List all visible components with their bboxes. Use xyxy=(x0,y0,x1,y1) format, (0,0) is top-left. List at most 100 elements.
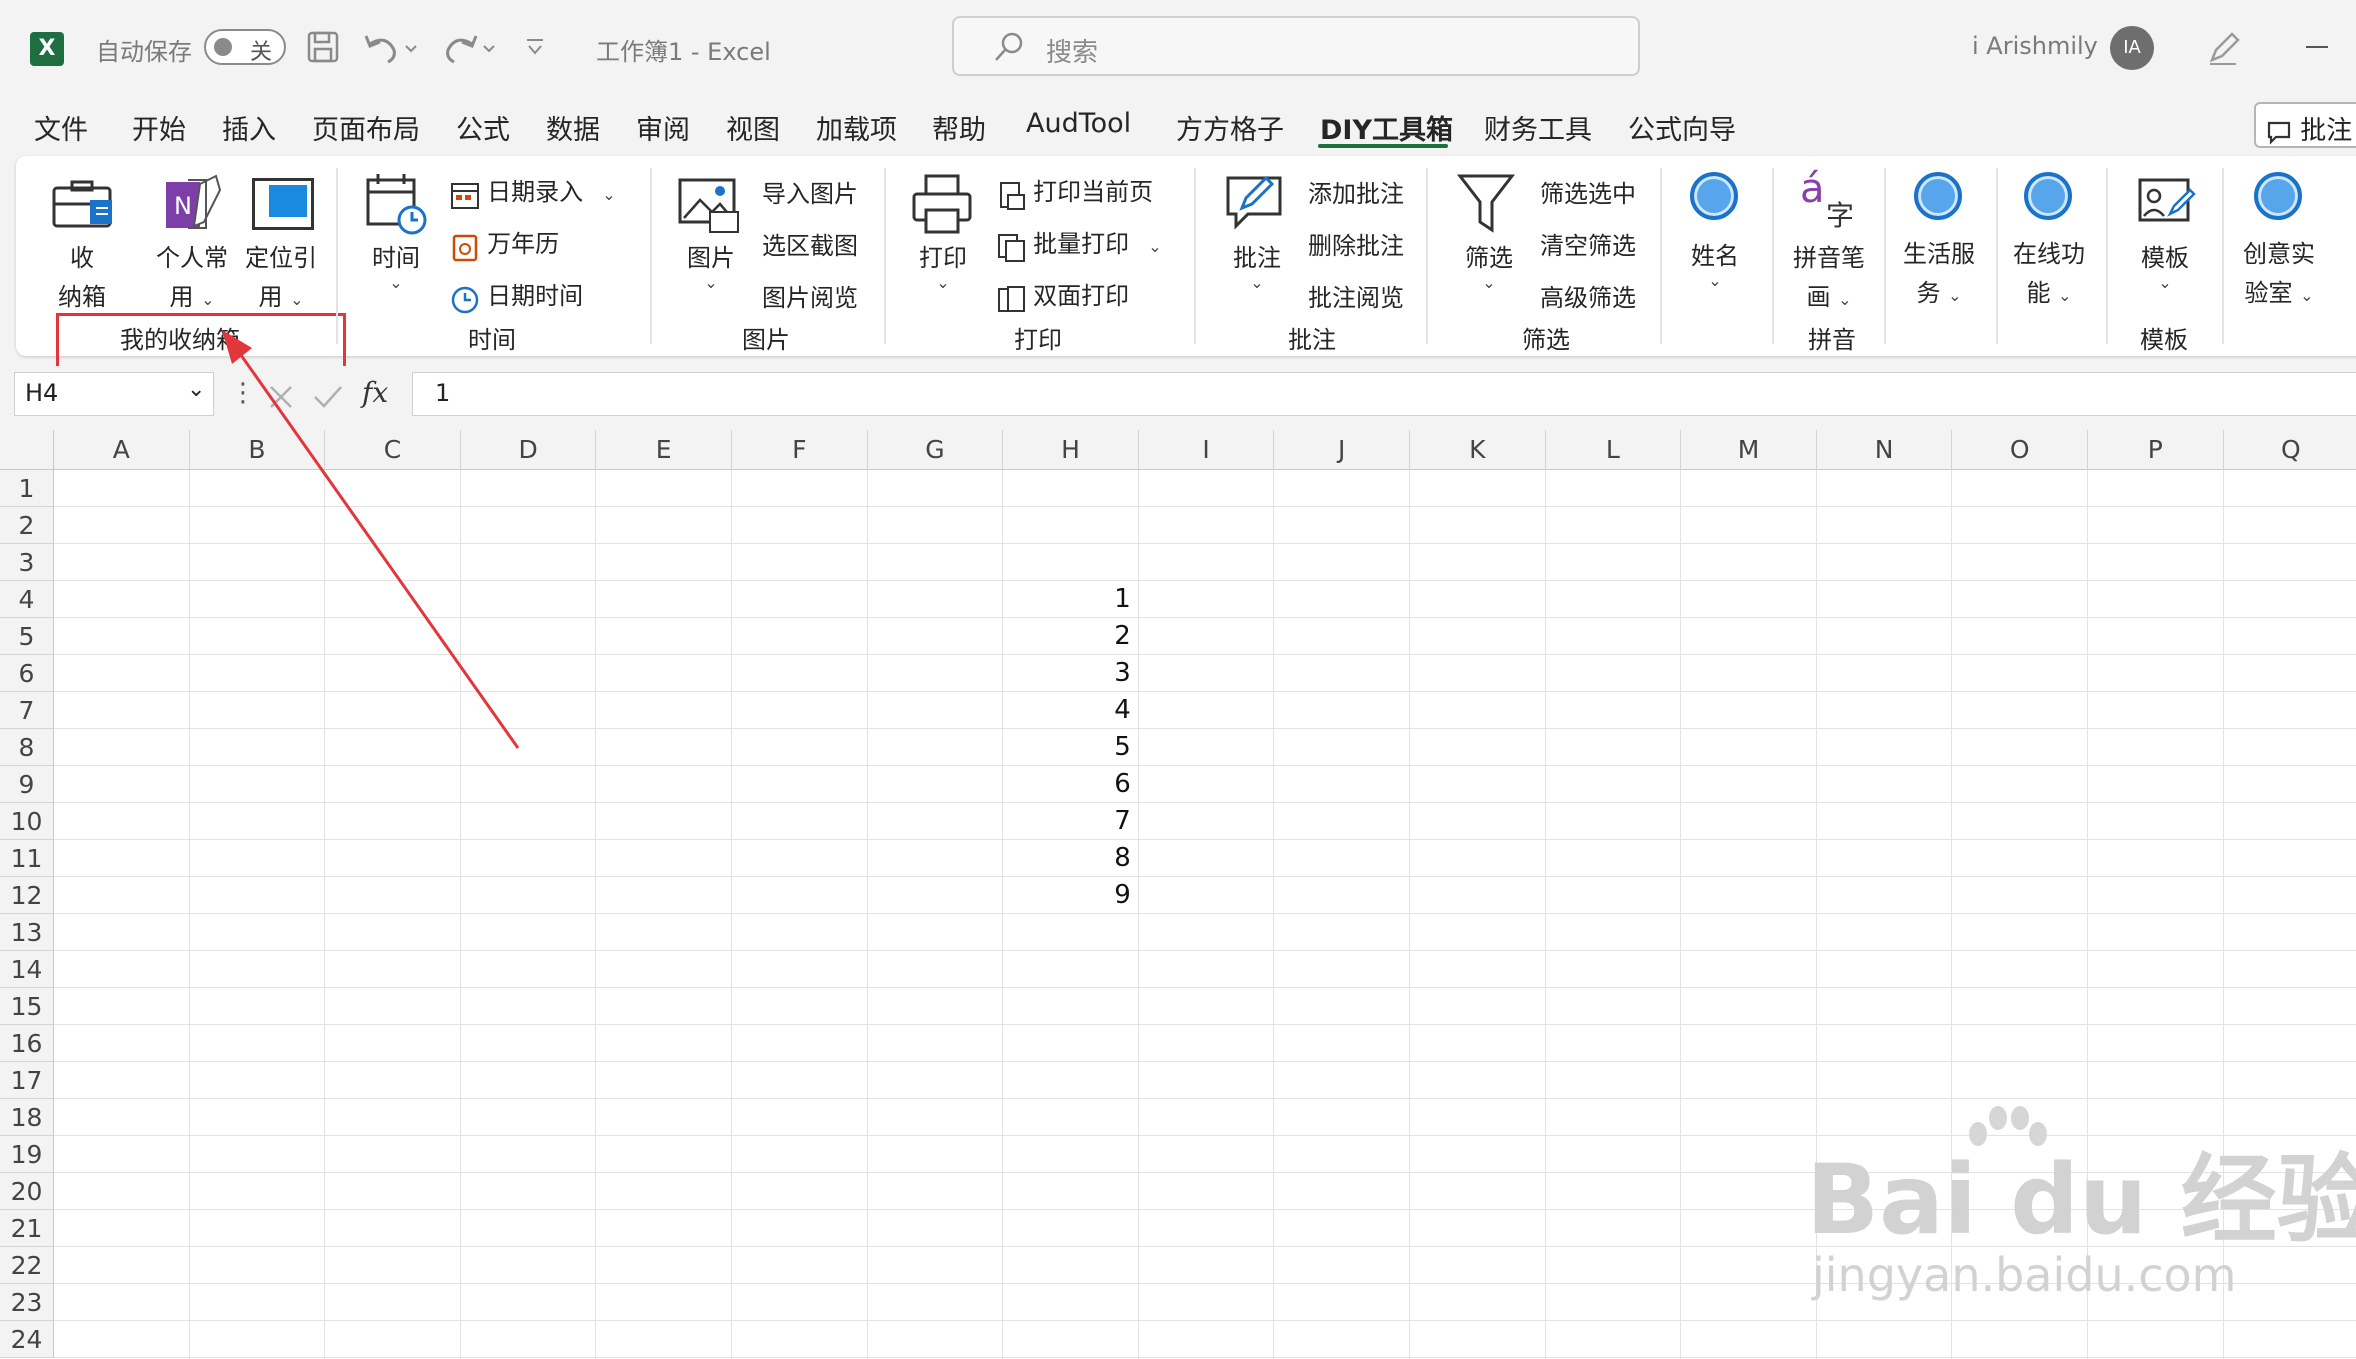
row-header-13[interactable]: 13 xyxy=(0,914,54,951)
cell-h5[interactable]: 2 xyxy=(1051,621,1131,651)
row-header-20[interactable]: 20 xyxy=(0,1173,54,1210)
time-button[interactable]: 时间 ⌄ xyxy=(362,238,430,292)
save-icon[interactable] xyxy=(306,30,340,64)
row-header-23[interactable]: 23 xyxy=(0,1284,54,1321)
cell-h8[interactable]: 5 xyxy=(1051,732,1131,762)
row-header-2[interactable]: 2 xyxy=(0,507,54,544)
template-button[interactable]: 模板 ⌄ xyxy=(2130,238,2200,292)
perpetual-calendar-button[interactable]: 万年历 xyxy=(450,224,559,263)
avatar[interactable]: IA xyxy=(2110,26,2154,70)
column-header-b[interactable]: B xyxy=(189,430,326,470)
tab-diy-toolbox[interactable]: DIY工具箱 xyxy=(1320,108,1453,147)
comments-button[interactable]: 批注 xyxy=(2254,102,2356,148)
row-header-22[interactable]: 22 xyxy=(0,1247,54,1284)
row-header-17[interactable]: 17 xyxy=(0,1062,54,1099)
pen-icon[interactable] xyxy=(2206,30,2242,66)
search-box[interactable]: 搜索 xyxy=(952,16,1640,76)
creative-lab-button[interactable]: 创意实 验室 ⌄ xyxy=(2234,234,2324,308)
row-header-24[interactable]: 24 xyxy=(0,1321,54,1358)
row-header-10[interactable]: 10 xyxy=(0,803,54,840)
cell-h11[interactable]: 8 xyxy=(1051,843,1131,873)
print-button[interactable]: 打印 ⌄ xyxy=(908,238,978,292)
row-header-4[interactable]: 4 xyxy=(0,581,54,618)
tab-review[interactable]: 审阅 xyxy=(636,108,690,147)
row-header-15[interactable]: 15 xyxy=(0,988,54,1025)
import-picture-button[interactable]: 导入图片 xyxy=(762,174,858,209)
tab-finance-tools[interactable]: 财务工具 xyxy=(1484,108,1592,147)
enter-check-icon[interactable] xyxy=(312,382,344,412)
column-header-p[interactable]: P xyxy=(2088,430,2224,470)
column-header-a[interactable]: A xyxy=(54,430,190,470)
cell-h4[interactable]: 1 xyxy=(1051,584,1131,614)
cancel-icon[interactable] xyxy=(266,382,296,412)
insert-function-icon[interactable]: fx xyxy=(362,376,388,409)
column-header-n[interactable]: N xyxy=(1816,430,1953,470)
row-header-14[interactable]: 14 xyxy=(0,951,54,988)
cell-h6[interactable]: 3 xyxy=(1051,658,1131,688)
picture-button[interactable]: 图片 ⌄ xyxy=(676,238,746,292)
browse-comment-button[interactable]: 批注阅览 xyxy=(1308,278,1404,313)
column-header-m[interactable]: M xyxy=(1681,430,1817,470)
clear-filter-button[interactable]: 清空筛选 xyxy=(1540,226,1636,261)
column-header-h[interactable]: H xyxy=(1003,430,1139,470)
datetime-button[interactable]: 日期时间 xyxy=(450,276,583,315)
pinyin-stroke-button[interactable]: 拼音笔 画 ⌄ xyxy=(1786,238,1872,312)
row-header-12[interactable]: 12 xyxy=(0,877,54,914)
row-header-7[interactable]: 7 xyxy=(0,692,54,729)
column-header-l[interactable]: L xyxy=(1545,430,1682,470)
formula-input[interactable]: 1 xyxy=(412,372,2356,416)
row-header-1[interactable]: 1 xyxy=(0,470,54,507)
user-name[interactable]: i Arishmily xyxy=(1972,32,2098,60)
customize-qat-icon[interactable] xyxy=(524,36,546,58)
tab-formulas[interactable]: 公式 xyxy=(456,108,510,147)
duplex-print-button[interactable]: 双面打印 xyxy=(996,276,1129,315)
row-header-3[interactable]: 3 xyxy=(0,544,54,581)
filter-button[interactable]: 筛选 ⌄ xyxy=(1454,238,1524,292)
cell-h12[interactable]: 9 xyxy=(1051,880,1131,910)
cell-h10[interactable]: 7 xyxy=(1051,806,1131,836)
cell-h7[interactable]: 4 xyxy=(1051,695,1131,725)
column-header-f[interactable]: F xyxy=(732,430,868,470)
row-header-21[interactable]: 21 xyxy=(0,1210,54,1247)
personal-common-button[interactable]: 个人常 用 ⌄ xyxy=(150,238,234,312)
cell-h9[interactable]: 6 xyxy=(1051,769,1131,799)
tab-file[interactable]: 文件 xyxy=(34,108,88,147)
tab-data[interactable]: 数据 xyxy=(546,108,600,147)
tab-audtool[interactable]: AudTool xyxy=(1026,108,1131,139)
print-current-page-button[interactable]: 打印当前页 xyxy=(996,172,1153,211)
tab-fangfang[interactable]: 方方格子 xyxy=(1176,108,1284,147)
screenshot-selection-button[interactable]: 选区截图 xyxy=(762,226,858,261)
tab-help[interactable]: 帮助 xyxy=(932,108,986,147)
tab-addins[interactable]: 加载项 xyxy=(816,108,897,147)
tab-view[interactable]: 视图 xyxy=(726,108,780,147)
filter-selected-button[interactable]: 筛选选中 xyxy=(1540,174,1636,209)
column-header-o[interactable]: O xyxy=(1952,430,2088,470)
undo-icon[interactable] xyxy=(362,30,418,64)
storage-button[interactable]: 收 纳箱 xyxy=(52,238,112,312)
tab-insert[interactable]: 插入 xyxy=(222,108,276,147)
name-box[interactable]: H4 ⌄ xyxy=(14,372,214,416)
minimize-icon[interactable] xyxy=(2306,46,2328,48)
name-button[interactable]: 姓名 ⌄ xyxy=(1680,236,1750,290)
column-header-d[interactable]: D xyxy=(460,430,597,470)
chevron-down-icon[interactable]: ⌄ xyxy=(187,377,205,402)
column-header-e[interactable]: E xyxy=(596,430,732,470)
more-options-icon[interactable]: ⋮ xyxy=(230,378,256,408)
row-header-8[interactable]: 8 xyxy=(0,729,54,766)
tab-formula-wizard[interactable]: 公式向导 xyxy=(1628,108,1736,147)
add-comment-button[interactable]: 添加批注 xyxy=(1308,174,1404,209)
delete-comment-button[interactable]: 删除批注 xyxy=(1308,226,1404,261)
column-header-q[interactable]: Q xyxy=(2223,430,2356,470)
row-header-9[interactable]: 9 xyxy=(0,766,54,803)
date-entry-button[interactable]: 日期录入 ⌄ xyxy=(450,172,616,211)
redo-icon[interactable] xyxy=(440,30,496,64)
comment-button[interactable]: 批注 ⌄ xyxy=(1222,238,1292,292)
autosave-toggle[interactable]: 关 xyxy=(204,29,286,65)
select-all-corner[interactable] xyxy=(0,430,54,470)
tab-page-layout[interactable]: 页面布局 xyxy=(312,108,420,147)
column-header-c[interactable]: C xyxy=(325,430,461,470)
picture-browse-button[interactable]: 图片阅览 xyxy=(762,278,858,313)
online-feature-button[interactable]: 在线功 能 ⌄ xyxy=(2006,234,2092,308)
locate-reference-button[interactable]: 定位引 用 ⌄ xyxy=(238,238,324,312)
advanced-filter-button[interactable]: 高级筛选 xyxy=(1540,278,1636,313)
